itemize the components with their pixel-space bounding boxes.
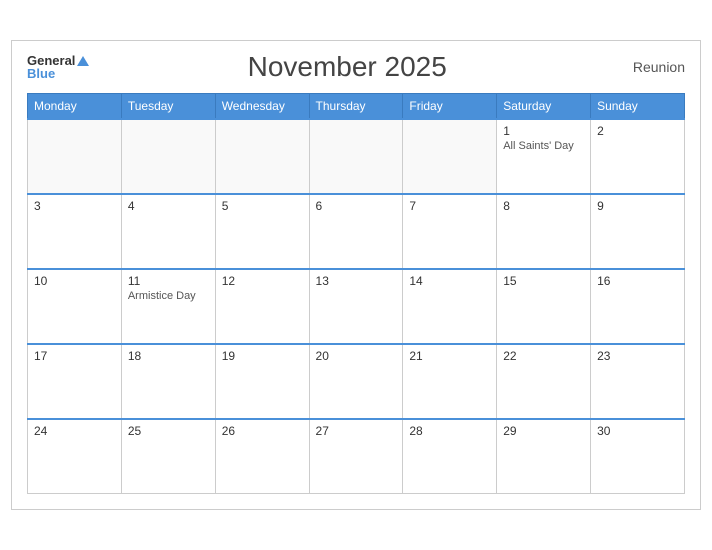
day-cell bbox=[121, 119, 215, 194]
day-number: 25 bbox=[128, 424, 209, 438]
weekday-header-monday: Monday bbox=[28, 93, 122, 119]
day-cell: 6 bbox=[309, 194, 403, 269]
day-cell: 11 Armistice Day bbox=[121, 269, 215, 344]
day-event: Armistice Day bbox=[128, 290, 209, 302]
day-number: 16 bbox=[597, 274, 678, 288]
day-number: 7 bbox=[409, 199, 490, 213]
day-cell: 24 bbox=[28, 419, 122, 494]
day-number: 18 bbox=[128, 349, 209, 363]
logo-general-text: General bbox=[27, 54, 89, 67]
weekday-header-wednesday: Wednesday bbox=[215, 93, 309, 119]
day-number: 23 bbox=[597, 349, 678, 363]
day-number: 10 bbox=[34, 274, 115, 288]
day-cell: 8 bbox=[497, 194, 591, 269]
day-number: 11 bbox=[128, 274, 209, 288]
weekday-header-friday: Friday bbox=[403, 93, 497, 119]
day-number: 14 bbox=[409, 274, 490, 288]
day-cell: 15 bbox=[497, 269, 591, 344]
logo: General Blue bbox=[27, 54, 89, 80]
day-number: 13 bbox=[316, 274, 397, 288]
day-number: 26 bbox=[222, 424, 303, 438]
week-row-4: 24 25 26 27 28 29 30 bbox=[28, 419, 685, 494]
day-cell: 27 bbox=[309, 419, 403, 494]
day-number: 19 bbox=[222, 349, 303, 363]
day-cell: 12 bbox=[215, 269, 309, 344]
day-cell: 22 bbox=[497, 344, 591, 419]
day-cell: 26 bbox=[215, 419, 309, 494]
day-cell bbox=[309, 119, 403, 194]
day-cell: 5 bbox=[215, 194, 309, 269]
day-number: 2 bbox=[597, 124, 678, 138]
weekday-header-saturday: Saturday bbox=[497, 93, 591, 119]
day-number: 29 bbox=[503, 424, 584, 438]
day-cell: 30 bbox=[591, 419, 685, 494]
day-number: 30 bbox=[597, 424, 678, 438]
day-cell bbox=[28, 119, 122, 194]
day-number: 3 bbox=[34, 199, 115, 213]
day-cell: 14 bbox=[403, 269, 497, 344]
day-cell: 3 bbox=[28, 194, 122, 269]
day-cell: 19 bbox=[215, 344, 309, 419]
day-number: 1 bbox=[503, 124, 584, 138]
calendar-region: Reunion bbox=[605, 59, 685, 75]
calendar-title: November 2025 bbox=[89, 51, 605, 83]
day-cell: 10 bbox=[28, 269, 122, 344]
calendar-container: General Blue November 2025 Reunion Monda… bbox=[11, 40, 701, 511]
day-cell: 23 bbox=[591, 344, 685, 419]
day-number: 8 bbox=[503, 199, 584, 213]
day-cell bbox=[215, 119, 309, 194]
day-number: 24 bbox=[34, 424, 115, 438]
day-number: 22 bbox=[503, 349, 584, 363]
week-row-0: 1 All Saints' Day 2 bbox=[28, 119, 685, 194]
day-cell: 17 bbox=[28, 344, 122, 419]
day-number: 21 bbox=[409, 349, 490, 363]
day-number: 5 bbox=[222, 199, 303, 213]
day-cell: 29 bbox=[497, 419, 591, 494]
day-cell: 9 bbox=[591, 194, 685, 269]
day-number: 28 bbox=[409, 424, 490, 438]
day-number: 17 bbox=[34, 349, 115, 363]
weekday-header-tuesday: Tuesday bbox=[121, 93, 215, 119]
day-number: 9 bbox=[597, 199, 678, 213]
day-cell: 7 bbox=[403, 194, 497, 269]
logo-blue-text: Blue bbox=[27, 67, 89, 80]
day-number: 4 bbox=[128, 199, 209, 213]
day-event: All Saints' Day bbox=[503, 140, 584, 152]
day-cell: 28 bbox=[403, 419, 497, 494]
calendar-grid: MondayTuesdayWednesdayThursdayFridaySatu… bbox=[27, 93, 685, 495]
day-cell: 16 bbox=[591, 269, 685, 344]
week-row-2: 10 11 Armistice Day 12 13 14 15 16 bbox=[28, 269, 685, 344]
day-cell: 20 bbox=[309, 344, 403, 419]
day-number: 27 bbox=[316, 424, 397, 438]
day-cell: 21 bbox=[403, 344, 497, 419]
day-cell bbox=[403, 119, 497, 194]
logo-triangle-icon bbox=[77, 56, 89, 66]
day-cell: 4 bbox=[121, 194, 215, 269]
day-cell: 2 bbox=[591, 119, 685, 194]
day-cell: 18 bbox=[121, 344, 215, 419]
week-row-1: 3456789 bbox=[28, 194, 685, 269]
weekday-header-sunday: Sunday bbox=[591, 93, 685, 119]
calendar-header: General Blue November 2025 Reunion bbox=[27, 51, 685, 83]
day-cell: 1 All Saints' Day bbox=[497, 119, 591, 194]
week-row-3: 17 18 19 20 21 22 23 bbox=[28, 344, 685, 419]
day-number: 12 bbox=[222, 274, 303, 288]
day-cell: 13 bbox=[309, 269, 403, 344]
weekday-header-row: MondayTuesdayWednesdayThursdayFridaySatu… bbox=[28, 93, 685, 119]
day-cell: 25 bbox=[121, 419, 215, 494]
day-number: 20 bbox=[316, 349, 397, 363]
weekday-header-thursday: Thursday bbox=[309, 93, 403, 119]
day-number: 15 bbox=[503, 274, 584, 288]
day-number: 6 bbox=[316, 199, 397, 213]
